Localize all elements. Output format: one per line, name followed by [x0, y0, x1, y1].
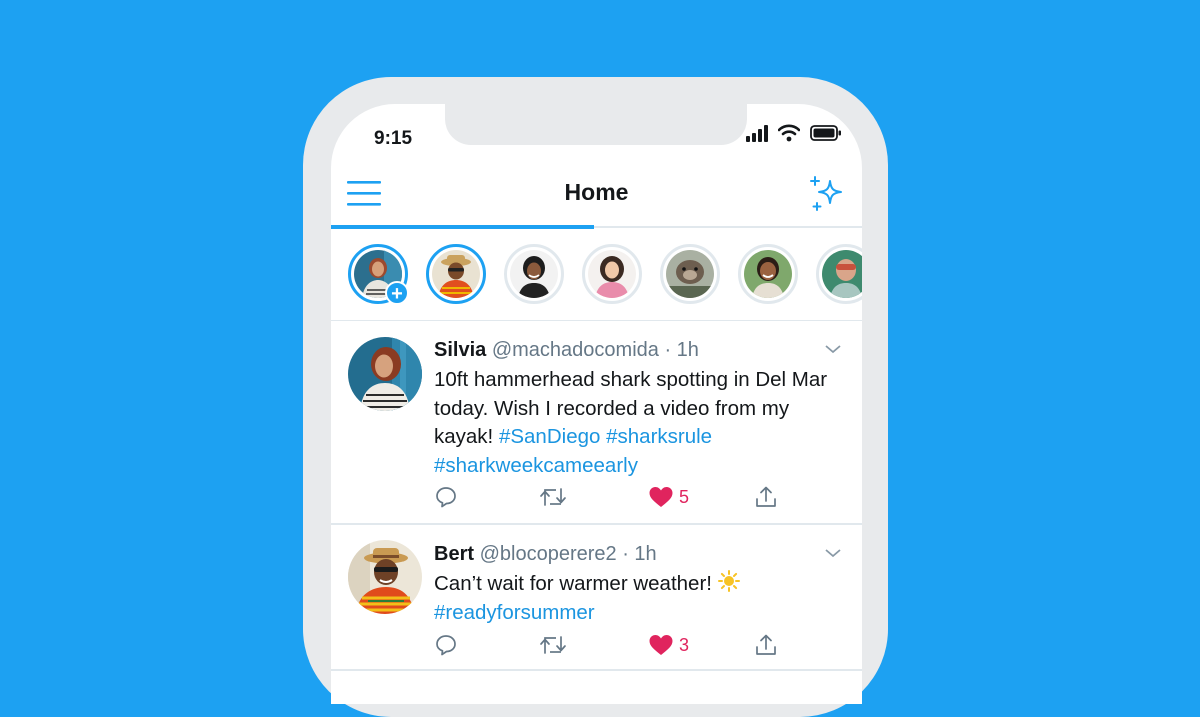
- timeline-header: Home: [331, 159, 862, 229]
- heart-icon: [649, 635, 673, 655]
- avatar: [432, 250, 480, 298]
- fleet-avatar-6[interactable]: [738, 244, 798, 304]
- retweet-icon: [540, 488, 566, 506]
- page-title: Home: [564, 179, 629, 205]
- sparkle-icon: [810, 176, 842, 211]
- tweet-body: Can’t wait for warmer weather!: [434, 572, 718, 595]
- timestamp[interactable]: · 1h: [664, 339, 698, 361]
- sun-emoji-icon: [717, 570, 740, 592]
- fleet-avatar-your-fleet[interactable]: +: [348, 244, 409, 305]
- heart-icon: [649, 487, 673, 507]
- reply-button[interactable]: [434, 485, 460, 511]
- fleet-avatar-7[interactable]: [816, 244, 862, 304]
- tweet-1[interactable]: Silvia @machadocomida · 1h 10ft hammerhe…: [331, 321, 862, 524]
- like-button[interactable]: 3: [648, 633, 708, 659]
- avatar[interactable]: [348, 540, 422, 614]
- fleet-avatar-3[interactable]: [504, 244, 564, 304]
- avatar: [510, 250, 558, 298]
- share-icon: [756, 634, 776, 655]
- like-count: 3: [679, 635, 690, 655]
- tweet-actions: 3: [434, 633, 814, 659]
- tweet-text: Can’t wait for warmer weather! #readyfor…: [434, 570, 844, 627]
- tweet-actions: 5: [434, 485, 814, 511]
- status-time: 9:15: [374, 128, 413, 149]
- hashtag-link[interactable]: #SanDiego: [499, 425, 600, 448]
- fleet-avatar-bert[interactable]: [426, 244, 486, 304]
- tweet-header: Silvia @machadocomida · 1h: [434, 339, 699, 362]
- fleets-bar: +: [331, 229, 862, 321]
- display-name[interactable]: Silvia: [434, 339, 486, 361]
- handle[interactable]: @machadocomida: [492, 339, 659, 361]
- tweet-header: Bert @blocoperere2 · 1h: [434, 543, 657, 566]
- phone-screen: 9:15 Home + Silvia @machadocomida · 1h 1…: [331, 104, 862, 704]
- battery-icon: [810, 125, 841, 141]
- avatar: [822, 250, 862, 298]
- hashtag-link[interactable]: #sharksrule: [606, 425, 712, 448]
- header-divider: [594, 226, 862, 228]
- like-count: 5: [679, 487, 690, 507]
- handle[interactable]: @blocoperere2: [480, 543, 617, 565]
- hashtag-link[interactable]: #sharkweekcameearly: [434, 454, 638, 477]
- timestamp[interactable]: · 1h: [622, 543, 656, 565]
- tweet-text: 10ft hammerhead shark spotting in Del Ma…: [434, 366, 844, 480]
- tweet-2[interactable]: Bert @blocoperere2 · 1h Can’t wait for w…: [331, 525, 862, 670]
- avatar: [744, 250, 792, 298]
- reply-button[interactable]: [434, 633, 460, 659]
- wifi-icon: [778, 124, 800, 142]
- reply-icon: [436, 487, 456, 508]
- tweet-divider: [331, 669, 862, 671]
- chevron-down-icon[interactable]: [824, 343, 842, 355]
- share-button[interactable]: [754, 633, 780, 659]
- retweet-button[interactable]: [539, 485, 567, 511]
- signal-icon: [746, 125, 768, 142]
- avatar: [588, 250, 636, 298]
- share-icon: [756, 486, 776, 507]
- hashtag-link[interactable]: #readyforsummer: [434, 601, 595, 624]
- fleet-avatar-5[interactable]: [660, 244, 720, 304]
- avatar[interactable]: [348, 337, 422, 411]
- retweet-icon: [540, 636, 566, 654]
- fleet-avatar-4[interactable]: [582, 244, 642, 304]
- display-name[interactable]: Bert: [434, 543, 474, 565]
- chevron-down-icon[interactable]: [824, 547, 842, 559]
- status-icons: [746, 124, 842, 144]
- notch: [445, 104, 747, 145]
- like-button[interactable]: 5: [648, 485, 708, 511]
- share-button[interactable]: [754, 485, 780, 511]
- reply-icon: [436, 635, 456, 656]
- top-tweets-button[interactable]: [808, 175, 846, 213]
- retweet-button[interactable]: [539, 633, 567, 659]
- add-fleet-button[interactable]: +: [385, 281, 409, 305]
- avatar: [666, 250, 714, 298]
